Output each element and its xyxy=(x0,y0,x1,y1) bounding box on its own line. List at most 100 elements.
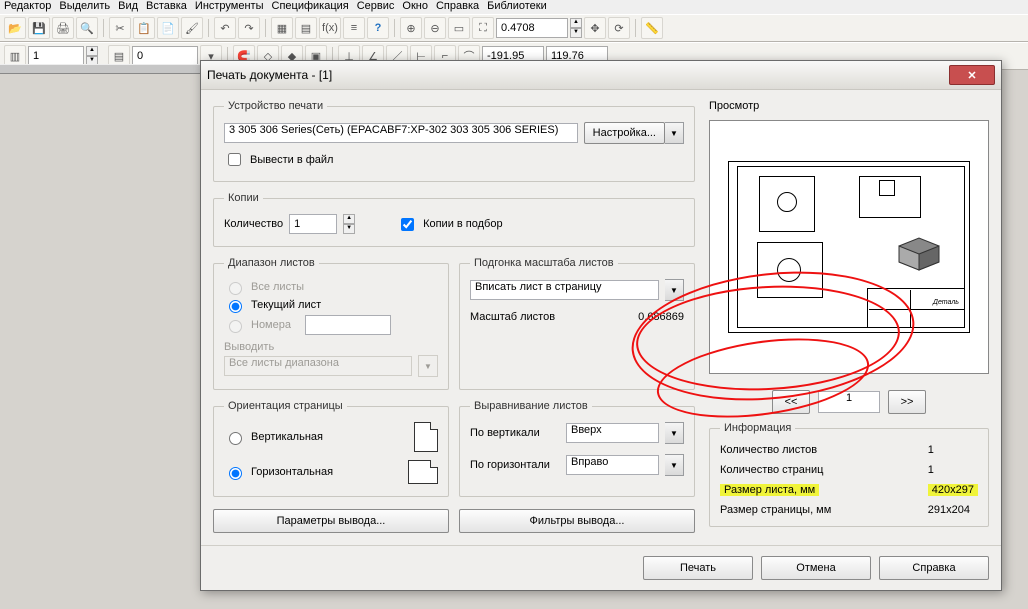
menu-select[interactable]: Выделить xyxy=(59,0,110,13)
brush-icon[interactable]: 🖌 xyxy=(181,17,203,39)
save-icon[interactable]: 💾 xyxy=(28,17,50,39)
portrait-label: Вертикальная xyxy=(251,431,323,443)
info-pages-value: 1 xyxy=(928,464,978,476)
next-page-button[interactable]: >> xyxy=(888,390,926,414)
info-sheets-value: 1 xyxy=(928,444,978,456)
chevron-down-icon[interactable]: ▼ xyxy=(665,122,684,144)
zoom-spin[interactable]: ▲▼ xyxy=(570,18,582,38)
menu-window[interactable]: Окно xyxy=(402,0,428,13)
orientation-group: Ориентация страницы Вертикальная Горизон… xyxy=(213,400,449,497)
config-split-button[interactable]: Настройка... ▼ xyxy=(584,122,684,144)
landscape-label: Горизонтальная xyxy=(251,466,333,478)
layers-icon[interactable]: ▤ xyxy=(295,17,317,39)
portrait-radio[interactable] xyxy=(229,432,242,445)
collate-checkbox[interactable] xyxy=(401,218,414,231)
open-icon[interactable]: 📂 xyxy=(4,17,26,39)
zoom-field[interactable]: 0.4708 xyxy=(496,18,568,38)
qty-spin[interactable]: ▲▼ xyxy=(343,214,355,234)
main-toolbar-1: 📂 💾 🖨 🔍 ✂ 📋 📄 🖌 ↶ ↷ ▦ ▤ f(x) ≡ ? ⊕ ⊖ ▭ ⛶… xyxy=(0,14,1028,42)
printer-field[interactable]: 3 305 306 Series(Сеть) (EPACABF7:XP-302 … xyxy=(224,123,578,143)
chevron-down-icon[interactable]: ▼ xyxy=(665,454,684,476)
print-icon[interactable]: 🖨 xyxy=(52,17,74,39)
preview-paper: Деталь xyxy=(728,161,970,333)
qty-input[interactable] xyxy=(289,214,337,234)
doc-scrollbar[interactable] xyxy=(0,64,200,74)
halign-select[interactable]: Вправо xyxy=(566,455,659,475)
preview-label: Просмотр xyxy=(709,100,989,112)
cut-icon[interactable]: ✂ xyxy=(109,17,131,39)
copy-icon[interactable]: 📋 xyxy=(133,17,155,39)
collate-label: Копии в подбор xyxy=(423,218,503,230)
numbers-radio xyxy=(229,320,242,333)
menu-view[interactable]: Вид xyxy=(118,0,138,13)
zoom-area-icon[interactable]: ▭ xyxy=(448,17,470,39)
orientation-legend: Ориентация страницы xyxy=(224,400,347,412)
zoom-out-icon[interactable]: ⊖ xyxy=(424,17,446,39)
dialog-titlebar[interactable]: Печать документа - [1] ✕ xyxy=(201,61,1001,90)
copies-group: Копии Количество ▲▼ Копии в подбор xyxy=(213,192,695,247)
ruler-icon[interactable]: 📏 xyxy=(641,17,663,39)
menu-service[interactable]: Сервис xyxy=(357,0,395,13)
fit-group: Подгонка масштаба листов Вписать лист в … xyxy=(459,257,695,390)
vars-icon[interactable]: ≡ xyxy=(343,17,365,39)
prev-page-button[interactable]: << xyxy=(772,390,810,414)
info-sheet-size-value: 420x297 xyxy=(928,484,978,496)
close-icon: ✕ xyxy=(967,69,976,82)
chevron-down-icon: ▼ xyxy=(418,355,438,377)
page-number-input[interactable]: 1 xyxy=(818,391,880,413)
field-1-spin[interactable]: ▲▼ xyxy=(86,46,98,66)
help-button[interactable]: Справка xyxy=(879,556,989,580)
redo-icon[interactable]: ↷ xyxy=(238,17,260,39)
preview-icon[interactable]: 🔍 xyxy=(76,17,98,39)
chevron-down-icon[interactable]: ▼ xyxy=(665,422,684,444)
config-button[interactable]: Настройка... xyxy=(584,122,665,144)
menu-insert[interactable]: Вставка xyxy=(146,0,187,13)
to-file-checkbox[interactable] xyxy=(228,153,241,166)
align-legend: Выравнивание листов xyxy=(470,400,592,412)
undo-icon[interactable]: ↶ xyxy=(214,17,236,39)
cancel-button[interactable]: Отмена xyxy=(761,556,871,580)
fx-icon[interactable]: f(x) xyxy=(319,17,341,39)
all-sheets-label: Все листы xyxy=(251,281,304,293)
dialog-footer: Печать Отмена Справка xyxy=(201,545,1001,590)
zoom-in-icon[interactable]: ⊕ xyxy=(400,17,422,39)
close-button[interactable]: ✕ xyxy=(949,65,995,85)
numbers-label: Номера xyxy=(251,319,291,331)
move-icon[interactable]: ✥ xyxy=(584,17,606,39)
print-dialog: Печать документа - [1] ✕ Устройство печа… xyxy=(200,60,1002,591)
field-1[interactable]: 1 xyxy=(28,46,84,66)
menu-help[interactable]: Справка xyxy=(436,0,479,13)
help-icon[interactable]: ? xyxy=(367,17,389,39)
menu-libs[interactable]: Библиотеки xyxy=(487,0,547,13)
fit-mode-select[interactable]: Вписать лист в страницу xyxy=(470,280,659,300)
menu-editor[interactable]: Редактор xyxy=(4,0,51,13)
portrait-icon xyxy=(414,422,438,452)
device-group: Устройство печати 3 305 306 Series(Сеть)… xyxy=(213,100,695,182)
isometric-icon xyxy=(889,232,943,278)
menu-spec[interactable]: Спецификация xyxy=(272,0,349,13)
range-group: Диапазон листов Все листы Текущий лист Н… xyxy=(213,257,449,390)
scale-value: 0.686869 xyxy=(638,311,684,323)
menu-tools[interactable]: Инструменты xyxy=(195,0,264,13)
zoom-fit-icon[interactable]: ⛶ xyxy=(472,17,494,39)
print-button[interactable]: Печать xyxy=(643,556,753,580)
field-2[interactable]: 0 xyxy=(132,46,198,66)
output-params-button[interactable]: Параметры вывода... xyxy=(213,509,449,533)
device-legend: Устройство печати xyxy=(224,100,327,112)
rotate-icon[interactable]: ⟳ xyxy=(608,17,630,39)
landscape-radio[interactable] xyxy=(229,467,242,480)
scale-label: Масштаб листов xyxy=(470,311,555,323)
preview-pager: << 1 >> xyxy=(709,390,989,414)
dialog-title: Печать документа - [1] xyxy=(207,68,949,82)
all-sheets-radio xyxy=(229,282,242,295)
chevron-down-icon[interactable]: ▼ xyxy=(665,279,684,301)
preview-titleblock-text: Деталь xyxy=(933,299,959,306)
output-select: Все листы диапазона xyxy=(224,356,412,376)
current-sheet-label: Текущий лист xyxy=(251,299,321,311)
grid-icon[interactable]: ▦ xyxy=(271,17,293,39)
valign-select[interactable]: Вверх xyxy=(566,423,659,443)
output-filters-button[interactable]: Фильтры вывода... xyxy=(459,509,695,533)
main-menu[interactable]: Редактор Выделить Вид Вставка Инструмент… xyxy=(0,0,1028,14)
current-sheet-radio[interactable] xyxy=(229,300,242,313)
paste-icon[interactable]: 📄 xyxy=(157,17,179,39)
